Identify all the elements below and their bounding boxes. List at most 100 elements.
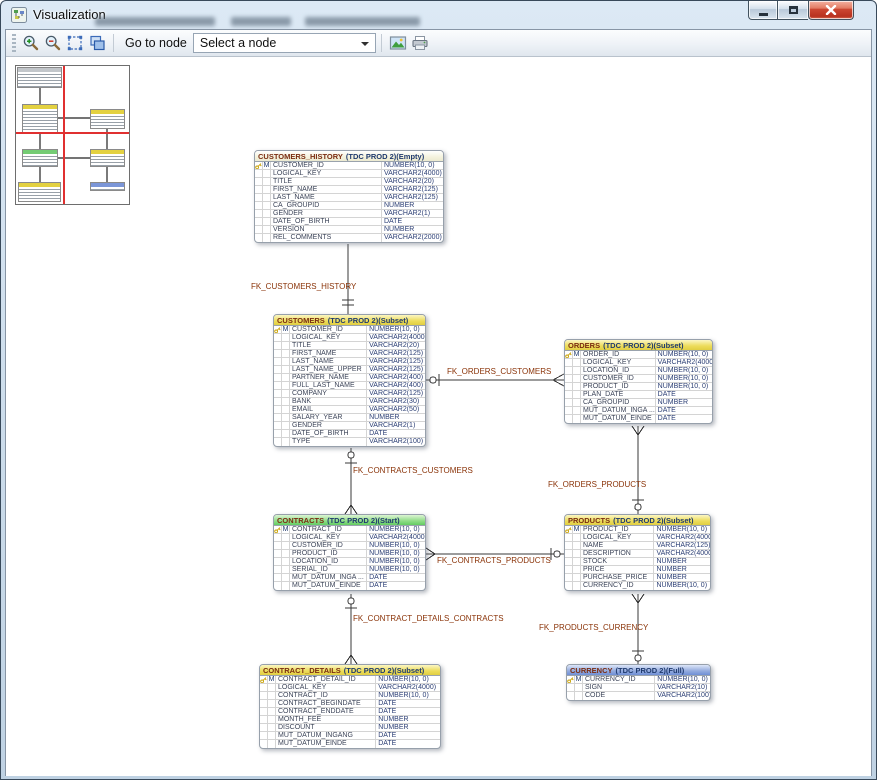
table-row: M ORDER_ID NUMBER(10, 0) bbox=[565, 351, 712, 359]
column-type: DATE bbox=[366, 430, 425, 437]
table-contract-details[interactable]: CONTRACT_DETAILS(TDC PROD 2)(Subset) M C… bbox=[259, 664, 441, 749]
column-name: PARTNER_NAME bbox=[290, 374, 366, 381]
zoom-fit-button[interactable] bbox=[64, 32, 86, 54]
column-name: CA_GROUPID bbox=[581, 399, 655, 406]
mandatory-cell bbox=[263, 170, 271, 177]
overview-windows-button[interactable] bbox=[86, 32, 108, 54]
zoom-in-icon bbox=[22, 34, 40, 52]
table-row: VERSION NUMBER bbox=[255, 226, 443, 234]
table-row: DISCOUNT NUMBER bbox=[260, 724, 440, 732]
key-cell bbox=[274, 526, 282, 533]
mandatory-cell bbox=[282, 406, 290, 413]
mandatory-cell bbox=[573, 383, 581, 390]
zoom-out-button[interactable] bbox=[42, 32, 64, 54]
key-cell bbox=[565, 566, 573, 573]
table-row: REL_COMMENTS VARCHAR2(2000) bbox=[255, 234, 443, 242]
key-cell bbox=[255, 210, 263, 217]
maximize-button[interactable] bbox=[778, 1, 808, 20]
column-name: LOGICAL_KEY bbox=[581, 359, 655, 366]
column-name: GENDER bbox=[271, 210, 381, 217]
column-name: LOGICAL_KEY bbox=[290, 334, 366, 341]
table-row: M CUSTOMER_ID NUMBER(10, 0) bbox=[274, 326, 425, 334]
key-cell bbox=[274, 382, 282, 389]
column-name: CUSTOMER_ID bbox=[271, 162, 381, 169]
mandatory-cell: M bbox=[282, 526, 290, 533]
table-contracts[interactable]: CONTRACTS(TDC PROD 2)(Start) M CONTRACT_… bbox=[273, 514, 426, 591]
column-type: DATE bbox=[366, 574, 425, 581]
table-row: PRODUCT_ID NUMBER(10, 0) bbox=[565, 383, 712, 391]
node-selector-combobox[interactable]: Select a node bbox=[193, 33, 376, 53]
column-name: MUT_DATUM_EINDE bbox=[290, 582, 366, 590]
key-cell bbox=[260, 692, 268, 699]
column-type: NUMBER bbox=[375, 724, 440, 731]
minimize-button[interactable] bbox=[748, 1, 778, 20]
column-type: VARCHAR2(1) bbox=[381, 210, 443, 217]
key-cell bbox=[255, 218, 263, 225]
mandatory-cell: M bbox=[268, 676, 276, 683]
mandatory-cell bbox=[282, 390, 290, 397]
column-type: NUMBER(10, 0) bbox=[366, 326, 425, 333]
chevron-down-icon[interactable] bbox=[361, 42, 369, 46]
key-cell bbox=[260, 732, 268, 739]
table-customers[interactable]: CUSTOMERS(TDC PROD 2)(Subset) M CUSTOMER… bbox=[273, 314, 426, 447]
column-name: PRODUCT_ID bbox=[581, 383, 655, 390]
column-name: PLAN_DATE bbox=[581, 391, 655, 398]
column-name: CUSTOMER_ID bbox=[581, 375, 655, 382]
mandatory-cell bbox=[282, 422, 290, 429]
mandatory-cell bbox=[268, 692, 276, 699]
mandatory-cell bbox=[282, 534, 290, 541]
column-name: CODE bbox=[583, 692, 654, 700]
key-cell bbox=[274, 334, 282, 341]
visualization-window: Visualization bbox=[0, 0, 877, 780]
column-name: SIGN bbox=[583, 684, 654, 691]
column-name: MUT_DATUM_INGANG bbox=[276, 732, 375, 739]
table-row: NAME VARCHAR2(125) bbox=[565, 542, 710, 550]
mandatory-cell bbox=[282, 374, 290, 381]
column-type: NUMBER(10, 0) bbox=[375, 676, 440, 683]
mandatory-cell bbox=[282, 438, 290, 446]
toolbar: Go to node Select a node bbox=[6, 30, 871, 57]
column-name: REL_COMMENTS bbox=[271, 234, 381, 242]
key-cell bbox=[274, 358, 282, 365]
table-orders[interactable]: ORDERS(TDC PROD 2)(Subset) M ORDER_ID NU… bbox=[564, 339, 713, 424]
table-header: CUSTOMERS(TDC PROD 2)(Subset) bbox=[274, 315, 425, 326]
column-type: VARCHAR2(125) bbox=[653, 542, 710, 549]
column-type: NUMBER(10, 0) bbox=[655, 351, 712, 358]
mandatory-cell bbox=[263, 226, 271, 233]
mandatory-cell bbox=[573, 566, 581, 573]
column-name: PURCHASE_PRICE bbox=[581, 574, 653, 581]
table-currency[interactable]: CURRENCY(TDC PROD 2)(Full) M CURRENCY_ID… bbox=[566, 664, 711, 701]
mandatory-cell bbox=[263, 202, 271, 209]
key-cell bbox=[567, 676, 575, 683]
column-type: NUMBER(10, 0) bbox=[655, 367, 712, 374]
column-name: TITLE bbox=[271, 178, 381, 185]
titlebar[interactable]: Visualization bbox=[5, 1, 872, 29]
mandatory-cell bbox=[573, 542, 581, 549]
key-cell bbox=[565, 407, 573, 414]
close-button[interactable] bbox=[808, 1, 854, 20]
column-name: TYPE bbox=[290, 438, 366, 446]
export-image-button[interactable] bbox=[387, 32, 409, 54]
key-cell bbox=[565, 415, 573, 423]
table-row: CODE VARCHAR2(100) bbox=[567, 692, 710, 700]
mandatory-cell bbox=[573, 534, 581, 541]
column-type: DATE bbox=[655, 391, 712, 398]
column-type: VARCHAR2(125) bbox=[366, 366, 425, 373]
toolbar-grip[interactable] bbox=[12, 34, 16, 52]
key-cell bbox=[565, 367, 573, 374]
column-name: LOGICAL_KEY bbox=[271, 170, 381, 177]
print-button[interactable] bbox=[409, 32, 431, 54]
column-type: VARCHAR2(4000) bbox=[366, 334, 425, 341]
key-cell bbox=[567, 692, 575, 700]
diagram-canvas[interactable]: FK_CUSTOMERS_HISTORY FK_ORDERS_CUSTOMERS… bbox=[6, 57, 871, 776]
column-type: NUMBER bbox=[366, 414, 425, 421]
zoom-in-button[interactable] bbox=[20, 32, 42, 54]
mandatory-cell bbox=[282, 350, 290, 357]
table-customers-history[interactable]: CUSTOMERS_HISTORY(TDC PROD 2)(Empty) M C… bbox=[254, 150, 444, 243]
mandatory-cell: M bbox=[575, 676, 583, 683]
table-products[interactable]: PRODUCTS(TDC PROD 2)(Subset) M PRODUCT_I… bbox=[564, 514, 711, 591]
table-header: CONTRACT_DETAILS(TDC PROD 2)(Subset) bbox=[260, 665, 440, 676]
column-type: NUMBER(10, 0) bbox=[366, 566, 425, 573]
table-row: TITLE VARCHAR2(20) bbox=[255, 178, 443, 186]
column-type: NUMBER(10, 0) bbox=[653, 526, 710, 533]
